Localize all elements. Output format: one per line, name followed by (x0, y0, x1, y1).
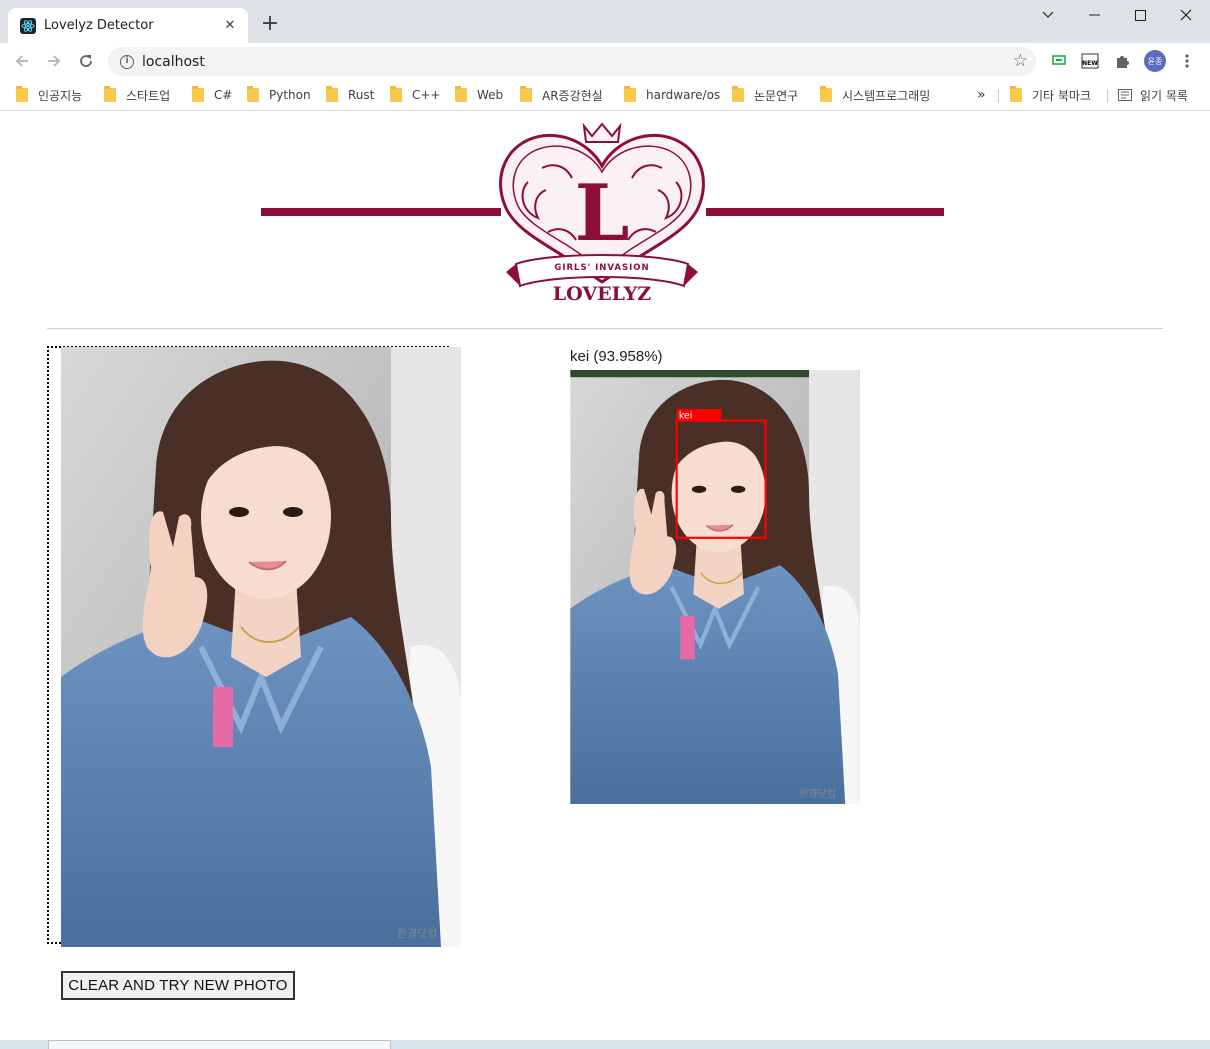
bookmark-folder[interactable]: 시스템프로그래밍 (820, 85, 930, 105)
reading-list[interactable]: 읽기 목록 (1118, 85, 1188, 105)
folder-icon (16, 86, 28, 102)
new-badge-text: NEW (1082, 60, 1098, 67)
folder-icon (455, 86, 467, 102)
logo-subtitle: GIRLS' INVASION (554, 263, 649, 273)
folder-icon (390, 86, 402, 102)
header-line-right (706, 208, 944, 216)
bookmark-folder[interactable]: AR증강현실 (520, 85, 603, 105)
watermark-text: 한경닷컴 (799, 787, 836, 800)
bookmark-folder[interactable]: C++ (390, 85, 441, 105)
reload-button[interactable] (73, 48, 99, 74)
bookmark-separator (1107, 89, 1108, 103)
react-icon (20, 17, 36, 34)
new-tab-button[interactable]: + (258, 13, 282, 37)
close-tab-icon[interactable]: ✕ (222, 18, 238, 33)
folder-icon (192, 86, 204, 102)
reading-list-icon (1118, 89, 1132, 101)
folder-icon (820, 86, 832, 102)
logo-letter: L (575, 168, 630, 259)
bookmark-label: Web (477, 88, 504, 102)
bookmark-label: 시스템프로그래밍 (842, 88, 931, 103)
extension-screen-icon[interactable] (1049, 51, 1069, 71)
browser-tab[interactable]: Lovelyz Detector ✕ (8, 8, 248, 43)
bookmarks-bar: 인공지능 스타트업 C# Python Rust C++ Web AR증강현실 … (0, 79, 1210, 111)
tab-search-icon[interactable] (1025, 0, 1071, 30)
bookmark-folder[interactable]: Web (455, 85, 503, 105)
forward-button[interactable] (41, 48, 67, 74)
bookmark-folder[interactable]: Rust (326, 85, 374, 105)
bookmark-label: 인공지능 (38, 88, 83, 103)
tab-title: Lovelyz Detector (44, 18, 154, 33)
bookmark-folder[interactable]: C# (192, 85, 232, 105)
bookmark-label: hardware/os (646, 88, 721, 102)
maximize-button[interactable] (1117, 0, 1163, 30)
menu-kebab-icon[interactable] (1177, 51, 1197, 71)
bookmark-folder[interactable]: 스타트업 (104, 85, 170, 105)
browser-toolbar: i localhost ☆ NEW 윤종 (0, 43, 1210, 79)
minimize-button[interactable] (1071, 0, 1117, 30)
bookmark-label: AR증강현실 (542, 88, 603, 103)
folder-icon (520, 86, 532, 102)
folder-icon (1010, 86, 1022, 102)
address-bar[interactable]: i localhost ☆ (108, 47, 1036, 76)
back-button[interactable] (9, 48, 35, 74)
extensions-puzzle-icon[interactable] (1112, 51, 1132, 71)
extension-news-icon[interactable]: NEW (1080, 51, 1100, 71)
bookmark-label: 논문연구 (754, 88, 799, 103)
prediction-label: kei (93.958%) (570, 348, 663, 365)
profile-avatar[interactable]: 윤종 (1144, 50, 1166, 72)
bookmark-folder[interactable]: hardware/os (624, 85, 720, 105)
reading-list-label: 읽기 목록 (1140, 88, 1188, 103)
watermark-text: 한경닷컴 (397, 927, 437, 940)
folder-icon (624, 86, 636, 102)
taskbar-window[interactable] (48, 1040, 391, 1049)
folder-icon (247, 86, 259, 102)
page-content: L GIRLS' INVASION LOVELYZ 한경닷컴 kei (93.9… (0, 112, 1210, 1040)
bookmark-label: C# (214, 88, 233, 102)
section-divider (47, 328, 1163, 329)
folder-icon (732, 86, 744, 102)
other-bookmarks[interactable]: 기타 북마크 (1010, 85, 1091, 105)
bookmark-label: Python (269, 88, 311, 102)
bookmark-label: C++ (412, 88, 441, 102)
folder-icon (326, 86, 338, 102)
close-window-button[interactable] (1163, 0, 1209, 30)
more-bookmarks-chevron-icon[interactable]: » (977, 85, 986, 105)
clear-try-new-photo-button[interactable]: CLEAR AND TRY NEW PHOTO (61, 971, 295, 1000)
lovelyz-logo: L GIRLS' INVASION LOVELYZ (499, 122, 705, 302)
result-photo: 한경닷컴 kei (570, 370, 860, 804)
os-taskbar (0, 1040, 1210, 1049)
url-text: localhost (142, 53, 205, 70)
bookmark-label: Rust (348, 88, 375, 102)
logo-name: LOVELYZ (553, 283, 652, 302)
other-bookmarks-label: 기타 북마크 (1032, 88, 1092, 103)
folder-icon (104, 86, 116, 102)
bookmark-folder[interactable]: Python (247, 85, 311, 105)
bookmark-separator (998, 89, 999, 103)
bookmark-star-icon[interactable]: ☆ (1013, 51, 1028, 71)
site-info-icon[interactable]: i (120, 54, 134, 69)
bookmark-label: 스타트업 (126, 88, 171, 103)
tab-strip: Lovelyz Detector ✕ + (0, 0, 1210, 43)
bookmark-folder[interactable]: 논문연구 (732, 85, 798, 105)
uploaded-photo: 한경닷컴 (61, 347, 461, 947)
detection-label: kei (679, 410, 693, 421)
bookmark-folder[interactable]: 인공지능 (16, 85, 82, 105)
header-line-left (261, 208, 501, 216)
